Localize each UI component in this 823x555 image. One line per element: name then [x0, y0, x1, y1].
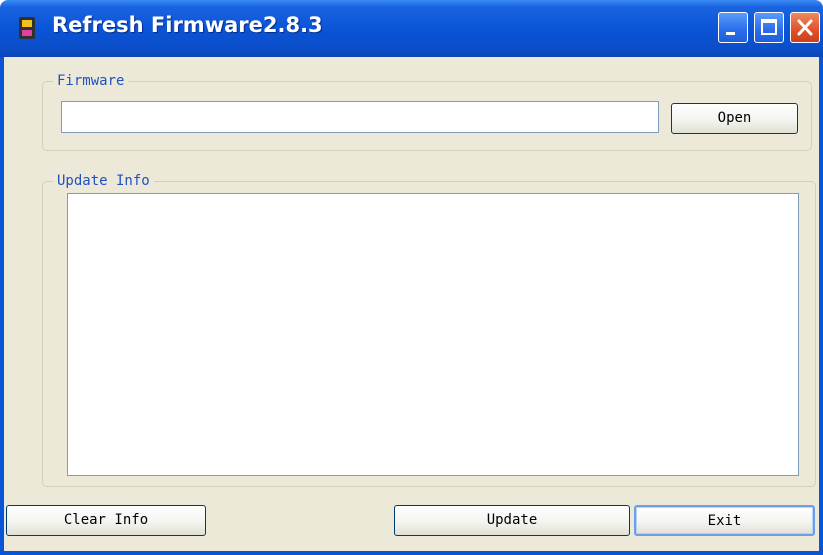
- maximize-icon: [761, 19, 777, 35]
- update-button[interactable]: Update: [394, 505, 630, 536]
- firmware-path-field[interactable]: [61, 101, 659, 133]
- window-title: Refresh Firmware2.8.3: [52, 13, 323, 37]
- refresh-firmware-window: Refresh Firmware2.8.3 Firmware Open Upda…: [0, 0, 823, 555]
- close-icon: [797, 19, 813, 36]
- dialog-body: Firmware Open Update Info Clear Info Upd…: [0, 57, 823, 555]
- open-button[interactable]: Open: [671, 103, 798, 134]
- close-button[interactable]: [790, 12, 820, 43]
- clear-info-button[interactable]: Clear Info: [6, 505, 206, 536]
- update-info-textarea[interactable]: [67, 193, 799, 476]
- minimize-button[interactable]: [718, 12, 748, 43]
- app-device-icon: [19, 17, 35, 39]
- update-info-group-label: Update Info: [53, 172, 154, 190]
- exit-button[interactable]: Exit: [634, 505, 815, 536]
- maximize-button[interactable]: [754, 12, 784, 43]
- firmware-group-label: Firmware: [53, 72, 129, 90]
- minimize-icon: [726, 32, 735, 35]
- title-bar[interactable]: Refresh Firmware2.8.3: [0, 0, 823, 57]
